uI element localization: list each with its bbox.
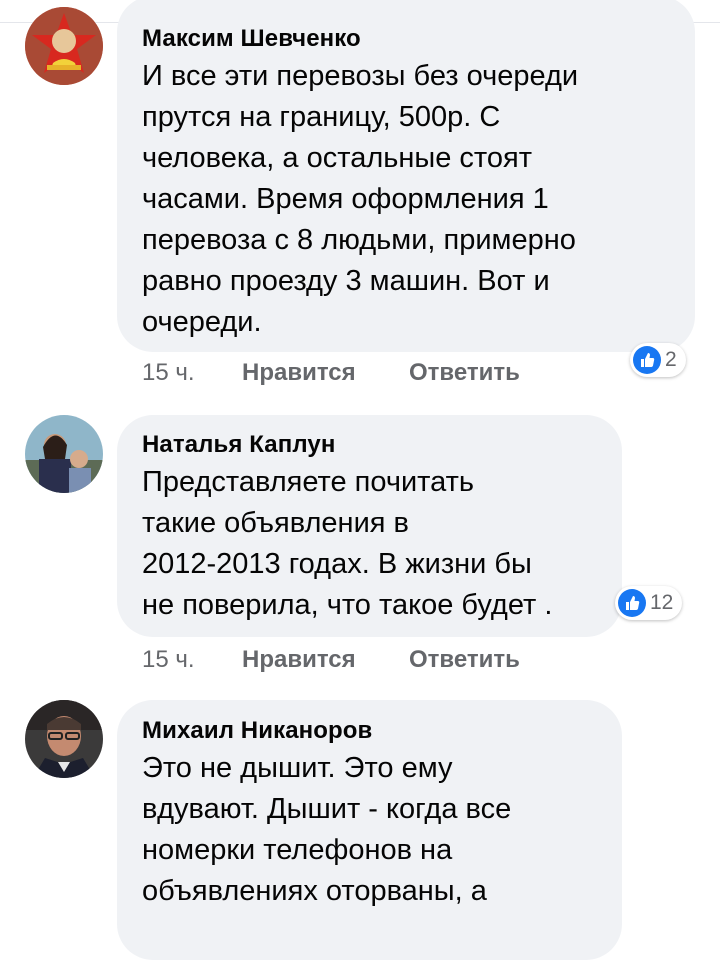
comment-text: Это не дышит. Это ему вдувают. Дышит - к… (142, 752, 512, 907)
reply-button[interactable]: Ответить (409, 358, 520, 388)
comment-author[interactable]: Максим Шевченко (142, 24, 669, 54)
like-button[interactable]: Нравится (242, 645, 409, 675)
avatar[interactable] (25, 7, 103, 85)
photo-avatar-icon (25, 700, 103, 778)
photo-avatar-icon (25, 415, 103, 493)
comment-actions: 15 ч. Нравится Ответить (142, 358, 520, 388)
comment-author[interactable]: Наталья Каплун (142, 430, 596, 460)
reaction-count: 12 (650, 591, 674, 614)
reply-button[interactable]: Ответить (409, 645, 520, 675)
comment-bubble: Михаил Никаноров Это не дышит. Это ему в… (117, 700, 622, 960)
comment-author[interactable]: Михаил Никаноров (142, 716, 596, 746)
comment-actions: 15 ч. Нравится Ответить (142, 645, 520, 675)
comment-time[interactable]: 15 ч. (142, 358, 242, 388)
comment-bubble: Наталья Каплун Представляете почитать та… (117, 415, 622, 637)
comment-time[interactable]: 15 ч. (142, 645, 242, 675)
like-icon (633, 346, 661, 374)
like-button[interactable]: Нравится (242, 358, 409, 388)
reaction-count: 2 (665, 348, 677, 371)
avatar[interactable] (25, 415, 103, 493)
reaction-summary[interactable]: 12 (615, 586, 683, 620)
comment-text: И все эти перевозы без очереди прутся на… (142, 60, 579, 338)
comment-text: Представляете почитать такие объявления … (142, 466, 553, 621)
like-icon (618, 589, 646, 617)
avatar[interactable] (25, 700, 103, 778)
pioneer-badge-icon (25, 7, 103, 85)
comment-bubble: Максим Шевченко И все эти перевозы без о… (117, 0, 695, 352)
reaction-summary[interactable]: 2 (630, 343, 686, 377)
